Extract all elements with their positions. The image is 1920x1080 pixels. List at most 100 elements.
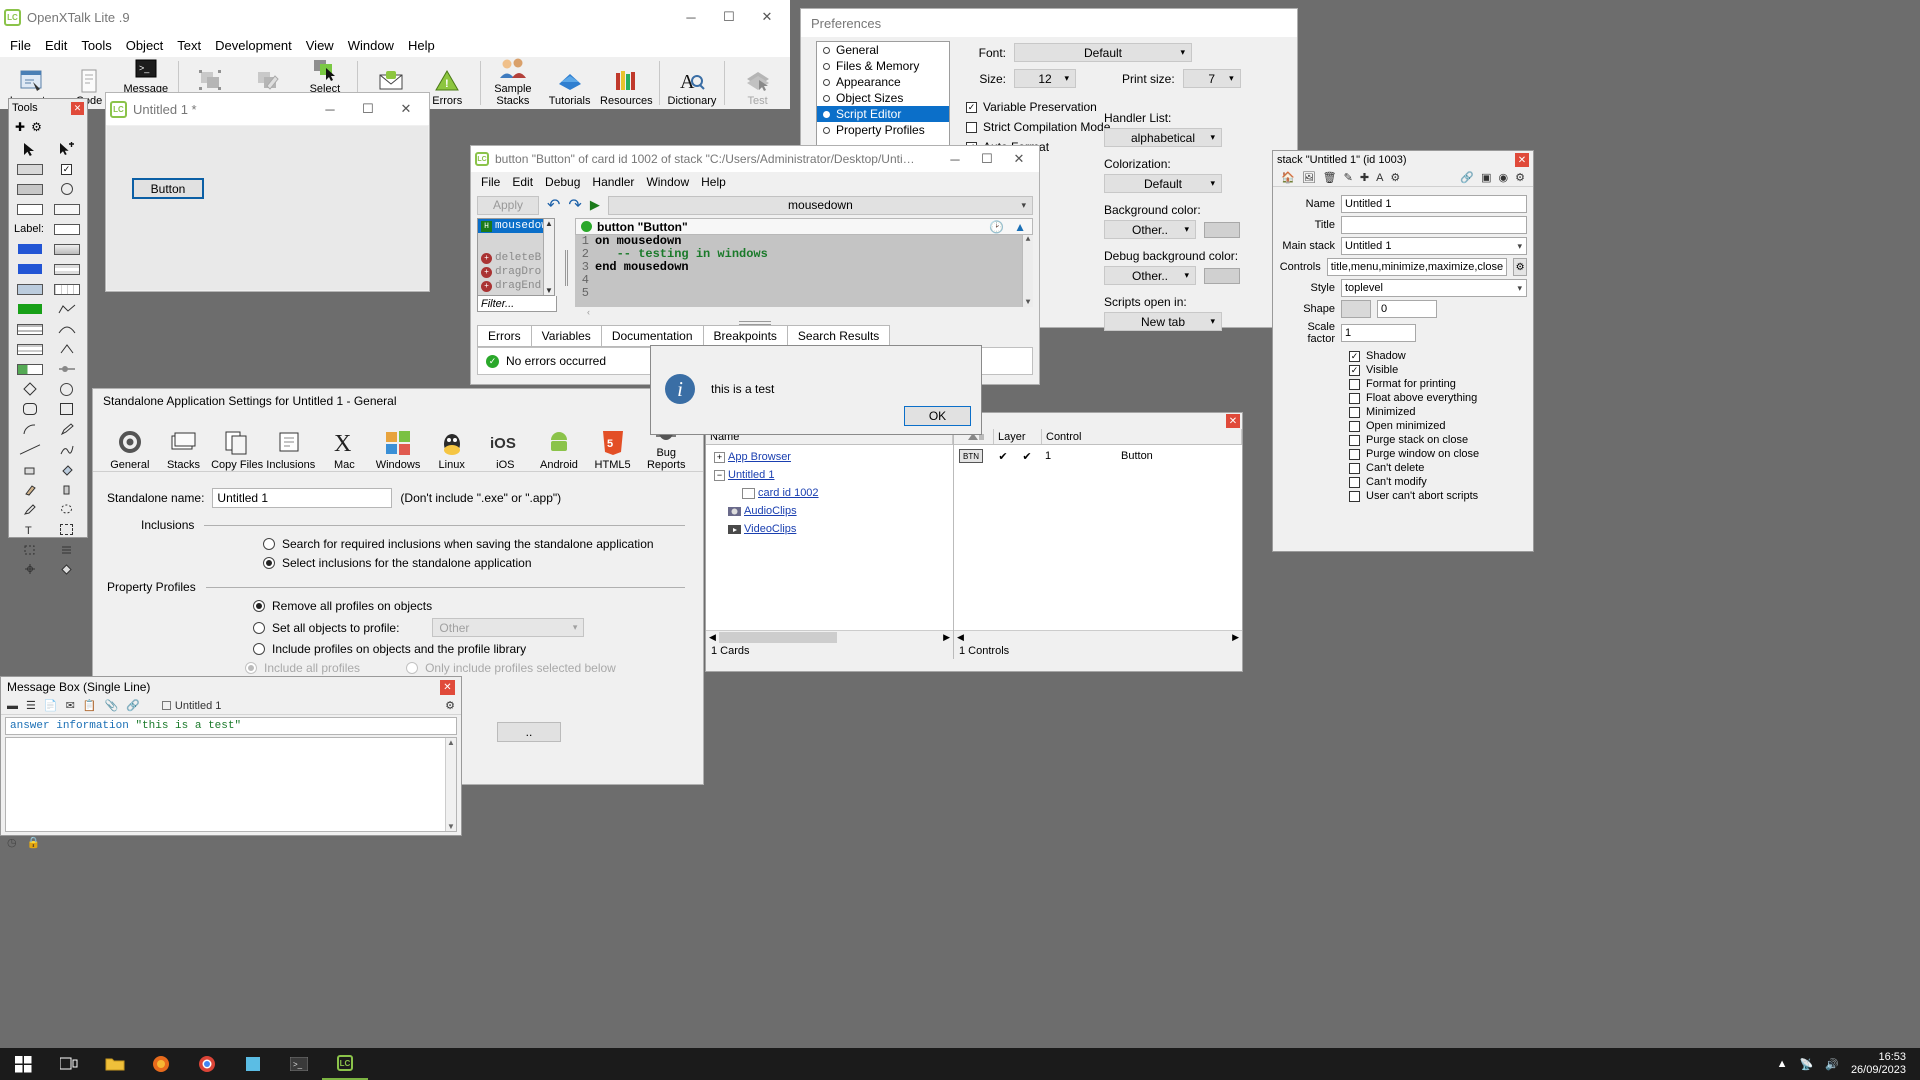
inspector-checkbox-shadow[interactable]: ✓ Shadow bbox=[1349, 350, 1533, 362]
ide-minimize-button[interactable]: ─ bbox=[672, 2, 710, 32]
eye-icon[interactable]: ◉ bbox=[1499, 171, 1509, 184]
standalone-tab-windows[interactable]: Windows bbox=[371, 425, 425, 471]
progress-tool[interactable] bbox=[11, 359, 48, 379]
inspector-title-input[interactable] bbox=[1341, 216, 1527, 234]
inspector-close-button[interactable]: ✕ bbox=[1515, 153, 1529, 167]
code-hscroll[interactable]: ‹ bbox=[575, 307, 1033, 317]
tree-item-label[interactable]: card id 1002 bbox=[758, 487, 819, 499]
inspector-style-select[interactable]: toplevel ▾ bbox=[1341, 279, 1527, 297]
chrome-icon[interactable] bbox=[184, 1048, 230, 1080]
ide-menu-edit[interactable]: Edit bbox=[45, 38, 67, 53]
text-tool[interactable]: T bbox=[11, 519, 48, 539]
standalone-tab-linux[interactable]: Linux bbox=[425, 425, 479, 471]
rect-tool[interactable] bbox=[11, 159, 48, 179]
script-tab-errors[interactable]: Errors bbox=[477, 325, 532, 347]
ide-menu-object[interactable]: Object bbox=[126, 38, 164, 53]
message-box-close-button[interactable]: ✕ bbox=[440, 679, 455, 695]
pref-category-files-memory[interactable]: Files & Memory bbox=[817, 58, 949, 74]
text-field-tool[interactable] bbox=[48, 219, 85, 239]
layers-icon[interactable]: ▣ bbox=[1481, 171, 1491, 184]
pref-category-general[interactable]: General bbox=[817, 42, 949, 58]
pref-debug-background-swatch[interactable] bbox=[1204, 267, 1240, 284]
column-layer[interactable]: Layer bbox=[994, 429, 1042, 444]
marquee-tool[interactable] bbox=[48, 519, 85, 539]
scroll-up-icon[interactable]: ▲ bbox=[545, 219, 553, 228]
chevron-up-icon[interactable]: ▲ bbox=[1777, 1058, 1788, 1070]
ide-menu-text[interactable]: Text bbox=[177, 38, 201, 53]
checkbox-tool[interactable]: ✓ bbox=[48, 159, 85, 179]
pref-scripts-open-select[interactable]: New tab ▾ bbox=[1104, 312, 1222, 331]
undo-icon[interactable]: ↶ bbox=[547, 195, 560, 215]
redo-icon[interactable]: ↷ bbox=[568, 195, 581, 215]
standalone-tab-mac[interactable]: X Mac bbox=[318, 425, 372, 471]
home-icon[interactable]: 🏠 bbox=[1281, 171, 1295, 184]
settings-icon[interactable]: ⚙ bbox=[1390, 171, 1400, 184]
ide-menu-development[interactable]: Development bbox=[215, 38, 292, 53]
scroll-down-icon[interactable]: ▼ bbox=[545, 286, 553, 295]
alert-ok-button[interactable]: OK bbox=[904, 406, 971, 426]
mail-icon[interactable]: ✉ bbox=[66, 699, 75, 712]
copy-icon[interactable]: 📋 bbox=[83, 699, 97, 712]
pref-debug-background-select[interactable]: Other.. ▾ bbox=[1104, 266, 1196, 285]
expand-icon[interactable]: + bbox=[714, 451, 725, 463]
add-tool-icon[interactable]: ✚ bbox=[15, 120, 25, 134]
tree-item-audioclips[interactable]: AudioClips bbox=[706, 502, 953, 520]
standalone-tab-android[interactable]: Android bbox=[532, 425, 586, 471]
inspector-shape-swatch[interactable] bbox=[1341, 300, 1371, 318]
ide-menu-help[interactable]: Help bbox=[408, 38, 435, 53]
script-object-tab[interactable]: button "Button" 🕑 ▲ bbox=[575, 218, 1033, 235]
pref-handler-list-select[interactable]: alphabetical ▾ bbox=[1104, 128, 1222, 147]
visible-check-icon[interactable]: ✔ bbox=[991, 450, 1015, 463]
message-box-tab[interactable]: Untitled 1 bbox=[161, 700, 221, 712]
pencil-icon[interactable]: ✎ bbox=[1344, 171, 1353, 184]
doc-icon[interactable]: 📄 bbox=[44, 699, 58, 712]
line-tool[interactable] bbox=[11, 439, 48, 459]
node-tool[interactable] bbox=[48, 559, 85, 579]
tree-item-videoclips[interactable]: VideoClips bbox=[706, 520, 953, 538]
pref-size-select[interactable]: 12 ▾ bbox=[1014, 69, 1076, 88]
tree-item-label[interactable]: Untitled 1 bbox=[728, 469, 774, 481]
pref-print-size-select[interactable]: 7 ▾ bbox=[1182, 69, 1241, 88]
inspector-name-input[interactable]: Untitled 1 bbox=[1341, 195, 1527, 213]
list-icon[interactable]: ☰ bbox=[26, 699, 36, 712]
pen-tool[interactable] bbox=[48, 419, 85, 439]
curve-tool[interactable] bbox=[48, 319, 85, 339]
message-box-gear-icon[interactable]: ⚙ bbox=[445, 699, 455, 712]
tools-settings-icon[interactable]: ⚙ bbox=[31, 120, 42, 134]
script-editor-close-button[interactable]: ✕ bbox=[1003, 147, 1035, 171]
script-tab-documentation[interactable]: Documentation bbox=[600, 325, 704, 347]
inspector-checkbox-open-minimized[interactable]: Open minimized bbox=[1349, 420, 1533, 432]
dropdown-tool[interactable] bbox=[11, 279, 48, 299]
history-clock-icon[interactable]: 🕑 bbox=[989, 220, 1004, 234]
script-editor-tabs[interactable]: Errors Variables Documentation Breakpoints S… bbox=[471, 325, 1039, 347]
image-icon[interactable]: 🖼 bbox=[1302, 171, 1316, 184]
card-button-control[interactable]: Button bbox=[132, 178, 204, 199]
handler-filter-input[interactable]: Filter... bbox=[477, 296, 557, 312]
pref-background-color-select[interactable]: Other.. ▾ bbox=[1104, 220, 1196, 239]
blue-swatch-2[interactable] bbox=[11, 259, 48, 279]
message-box-output-area[interactable]: ▲ ▼ bbox=[5, 737, 457, 832]
blue-swatch-1[interactable] bbox=[11, 239, 48, 259]
code-scroll-up-icon[interactable]: ▲ bbox=[1026, 235, 1031, 244]
pref-category-appearance[interactable]: Appearance bbox=[817, 74, 949, 90]
pref-background-color-swatch[interactable] bbox=[1204, 221, 1240, 238]
profile-ellipsis-button[interactable]: .. bbox=[497, 722, 561, 742]
trash-icon[interactable]: 🗑 bbox=[1323, 171, 1337, 184]
code-scrollbar[interactable]: ▲ ▼ bbox=[1022, 235, 1033, 307]
lines-tool[interactable] bbox=[48, 539, 85, 559]
circle-shape-tool[interactable] bbox=[48, 379, 85, 399]
gear-icon[interactable]: ⚙ bbox=[1515, 171, 1525, 184]
pencil-tool[interactable] bbox=[11, 499, 48, 519]
stack-close-button[interactable]: ✕ bbox=[387, 94, 425, 124]
handler-list-scrollbar[interactable]: ▲ ▼ bbox=[543, 219, 554, 295]
ide-menu-window[interactable]: Window bbox=[348, 38, 394, 53]
transform-tool[interactable] bbox=[11, 559, 48, 579]
list-tool[interactable] bbox=[11, 339, 48, 359]
handler-dropdown[interactable]: mousedown ▾ bbox=[607, 195, 1033, 215]
inclusion-option-select-inclusions-for-the-standalo[interactable]: Select inclusions for the standalone app… bbox=[263, 556, 703, 570]
inspector-checkbox-can-t-modify[interactable]: Can't modify bbox=[1349, 476, 1533, 488]
profile-option-set-all-objects-to-profile-[interactable]: Set all objects to profile: Other ▾ bbox=[253, 618, 703, 637]
script-editor-menu-debug[interactable]: Debug bbox=[545, 175, 580, 189]
pref-category-property-profiles[interactable]: Property Profiles bbox=[817, 122, 949, 138]
arc-tool[interactable] bbox=[11, 419, 48, 439]
